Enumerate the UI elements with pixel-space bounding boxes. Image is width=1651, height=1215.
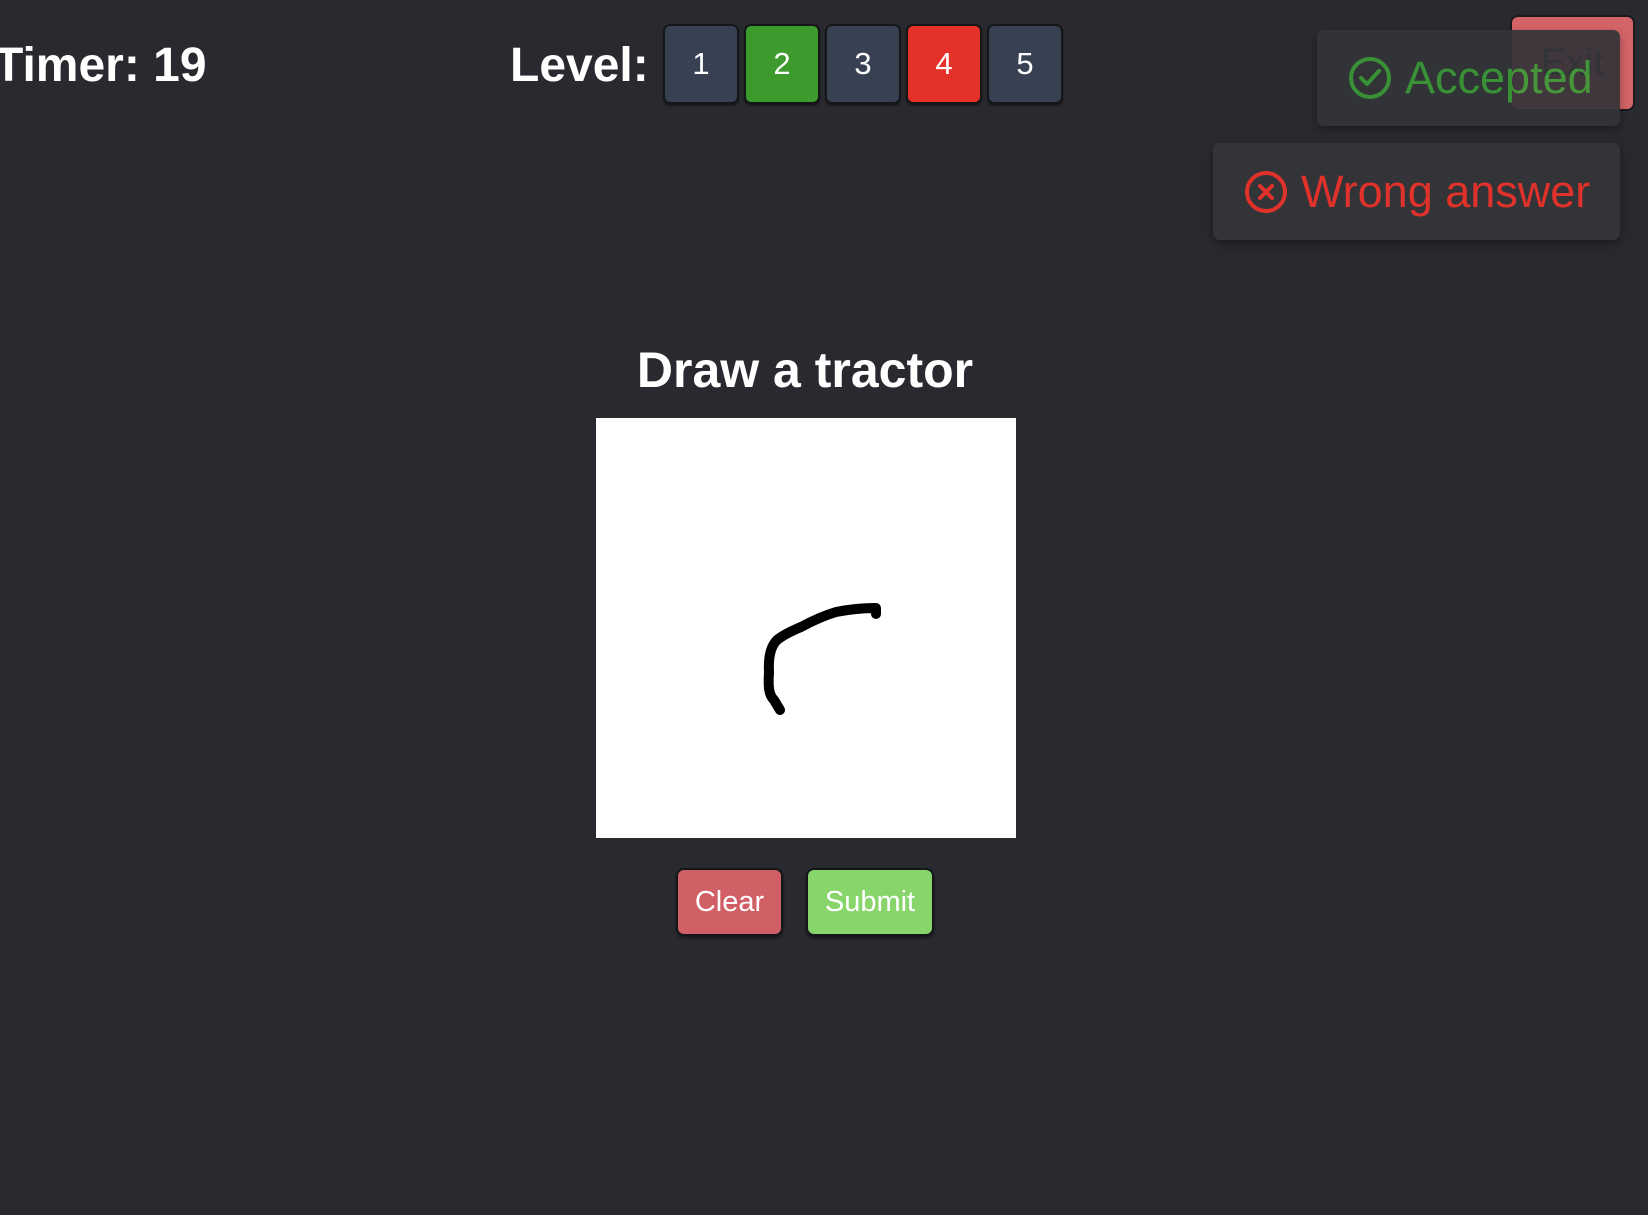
drawing-stroke bbox=[763, 603, 881, 715]
wrong-answer-toast-text: Wrong answer bbox=[1301, 165, 1591, 217]
submit-button[interactable]: Submit bbox=[806, 868, 934, 936]
check-circle-icon bbox=[1349, 57, 1391, 99]
wrong-answer-toast: Wrong answer bbox=[1213, 143, 1620, 240]
x-circle-icon bbox=[1245, 170, 1287, 213]
drawing-prompt: Draw a tractor bbox=[636, 342, 974, 398]
level-button-1[interactable]: 1 bbox=[663, 24, 739, 104]
timer-label: Timer: 19 bbox=[0, 39, 207, 92]
accepted-toast: Accepted bbox=[1317, 30, 1620, 126]
level-button-2[interactable]: 2 bbox=[744, 24, 820, 104]
accepted-toast-text: Accepted bbox=[1405, 52, 1593, 103]
clear-button[interactable]: Clear bbox=[676, 868, 783, 936]
level-button-4[interactable]: 4 bbox=[906, 24, 982, 104]
drawing-canvas[interactable] bbox=[596, 418, 1016, 838]
level-button-3[interactable]: 3 bbox=[825, 24, 901, 104]
level-button-5[interactable]: 5 bbox=[987, 24, 1063, 104]
game-page: Timer: 19 Level: 1 2 3 4 5 Exit Accepted… bbox=[0, 0, 1651, 1215]
level-selector: 1 2 3 4 5 bbox=[663, 24, 1063, 108]
level-label: Level: bbox=[510, 39, 649, 92]
